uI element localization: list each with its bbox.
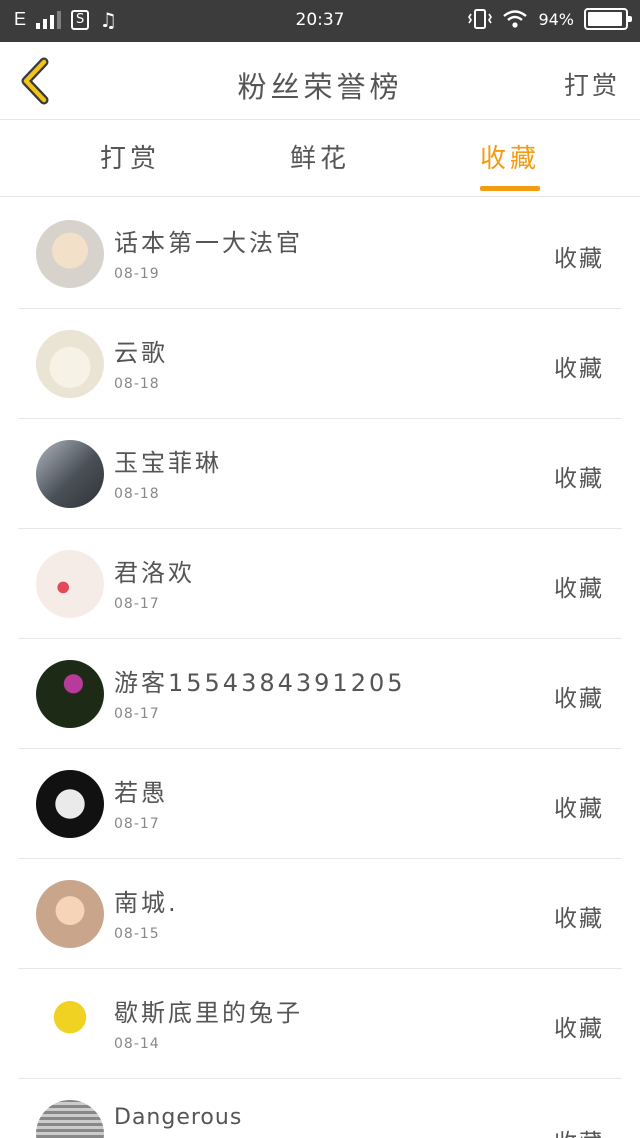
avatar [36, 770, 104, 838]
avatar [36, 660, 104, 728]
list-item[interactable]: 歇斯底里的兔子 08-14 收藏 [18, 969, 622, 1079]
reward-button[interactable]: 打赏 [564, 66, 620, 102]
user-date: 08-17 [114, 706, 160, 722]
status-right: 94% [468, 8, 632, 30]
user-date: 08-19 [114, 266, 160, 282]
wifi-icon [503, 10, 528, 28]
list-item[interactable]: 云歌 08-18 收藏 [18, 309, 622, 419]
action-label: 收藏 [554, 466, 604, 492]
list-item[interactable]: 游客1554384391205 08-17 收藏 [18, 639, 622, 749]
vibrate-icon [468, 9, 493, 29]
user-name: 歇斯底里的兔子 [114, 999, 303, 1027]
back-button[interactable] [16, 56, 56, 106]
avatar [36, 440, 104, 508]
tab-bar: 打赏 鲜花 收藏 [0, 121, 640, 197]
list-item[interactable]: 若愚 08-17 收藏 [18, 749, 622, 859]
app-header: 粉丝荣誉榜 打赏 [0, 42, 640, 120]
user-date: 08-18 [114, 376, 160, 392]
avatar [36, 220, 104, 288]
avatar [36, 1100, 104, 1138]
user-name: 游客1554384391205 [114, 669, 406, 697]
user-name: 云歌 [114, 339, 168, 367]
user-name: 南城. [114, 889, 179, 917]
user-date: 08-18 [114, 486, 160, 502]
user-date: 08-17 [114, 816, 160, 832]
tab-reward[interactable]: 打赏 [60, 121, 200, 197]
action-label: 收藏 [554, 356, 604, 382]
action-label: 收藏 [554, 1016, 604, 1042]
action-label: 收藏 [554, 1123, 604, 1138]
list-item[interactable]: Dangerous 收藏 [18, 1079, 622, 1138]
action-label: 收藏 [554, 796, 604, 822]
battery-icon [584, 8, 632, 30]
tab-flowers[interactable]: 鲜花 [250, 121, 390, 197]
list-item[interactable]: 话本第一大法官 08-19 收藏 [18, 199, 622, 309]
user-name: Dangerous [114, 1105, 243, 1130]
avatar [36, 880, 104, 948]
user-name: 话本第一大法官 [114, 229, 303, 257]
chevron-left-icon [21, 57, 49, 105]
action-label: 收藏 [554, 906, 604, 932]
fan-list: 话本第一大法官 08-19 收藏 云歌 08-18 收藏 玉宝菲琳 08-18 … [0, 199, 640, 1138]
list-item[interactable]: 君洛欢 08-17 收藏 [18, 529, 622, 639]
list-item[interactable]: 南城. 08-15 收藏 [18, 859, 622, 969]
user-date: 08-14 [114, 1036, 160, 1052]
list-item[interactable]: 玉宝菲琳 08-18 收藏 [18, 419, 622, 529]
user-name: 玉宝菲琳 [114, 449, 222, 477]
action-label: 收藏 [554, 246, 604, 272]
avatar [36, 550, 104, 618]
battery-level [588, 12, 622, 26]
battery-percent: 94% [538, 9, 574, 29]
action-label: 收藏 [554, 576, 604, 602]
active-tab-indicator [480, 186, 540, 191]
avatar [36, 990, 104, 1058]
user-name: 君洛欢 [114, 559, 195, 587]
status-bar: E S ♫ 20:37 94% [0, 0, 640, 42]
user-name: 若愚 [114, 779, 168, 807]
avatar [36, 330, 104, 398]
action-label: 收藏 [554, 686, 604, 712]
user-date: 08-15 [114, 926, 160, 942]
page-title: 粉丝荣誉榜 [237, 70, 403, 104]
user-date: 08-17 [114, 596, 160, 612]
